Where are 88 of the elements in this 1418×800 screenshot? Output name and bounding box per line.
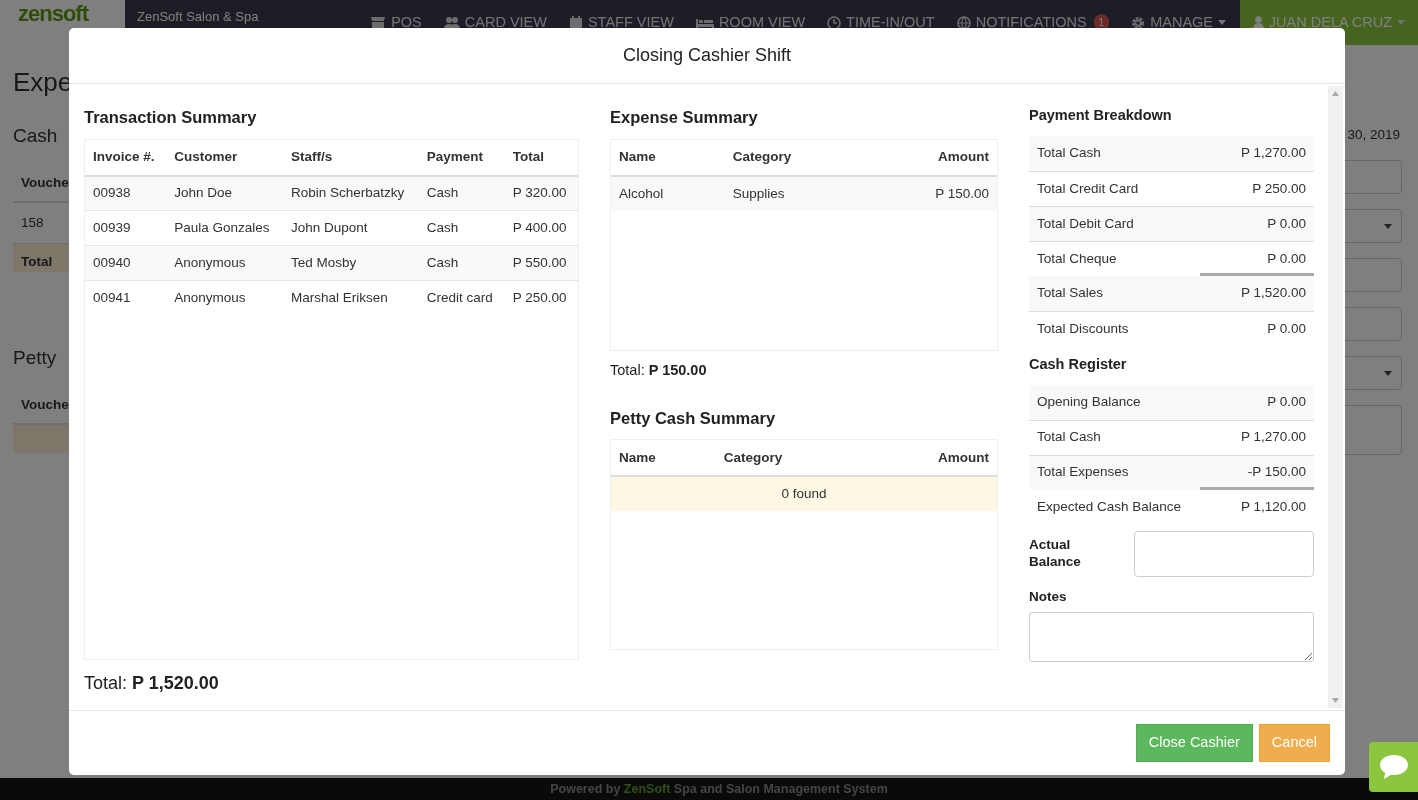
section-title: Petty Cash Summary [610, 407, 777, 429]
row-label: Total Sales [1037, 284, 1104, 303]
nav-link[interactable]: CARD VIEW [443, 11, 547, 34]
row-label: Total Credit Card [1037, 179, 1139, 198]
page-title: Expe [13, 66, 74, 99]
shop-icon [370, 15, 387, 30]
nav-link[interactable]: ROOM VIEW [695, 11, 806, 34]
column-header: Invoice #. [85, 139, 167, 176]
nav-link[interactable]: MANAGE [1131, 11, 1226, 34]
table-cell: Cash [418, 245, 505, 281]
table-cell: P 550.00 [504, 245, 578, 281]
cancel-button[interactable]: Cancel [1258, 724, 1330, 762]
row-label: Total Discounts [1037, 319, 1129, 338]
table-cell: Alcohol [611, 175, 725, 211]
speech-bubble-icon [1378, 754, 1409, 780]
table-cell: 00938 [85, 175, 167, 211]
chat-button[interactable] [1369, 742, 1418, 792]
total-text: Total: P 150.00 [610, 360, 708, 380]
footer-text: Powered by ZenSoft Spa and Salon Management System [550, 780, 888, 798]
table-cell: Cash [418, 175, 505, 211]
section-title: Petty [13, 346, 57, 370]
table-cell: Ted Mosby [283, 245, 419, 281]
scroll-down-icon[interactable] [1332, 698, 1339, 703]
table-cell: Anonymous [166, 245, 284, 281]
table-cell: Anonymous [166, 280, 284, 316]
table-cell: Credit card [418, 280, 505, 316]
row-label: Total Cheque [1037, 249, 1117, 268]
column-header: Amount [865, 139, 997, 176]
row-value: P 0.00 [1267, 249, 1306, 268]
column-header: Category [724, 139, 866, 176]
table-cell: John Doe [166, 175, 284, 211]
section-title: Expense Summary [610, 107, 759, 128]
row-value: P 0.00 [1267, 392, 1306, 411]
total-text: Total: P 1,520.00 [84, 671, 220, 695]
nav-link[interactable]: POS [370, 11, 422, 34]
table-cell: P 320.00 [504, 175, 578, 211]
row-label: Opening Balance [1037, 392, 1141, 411]
caret-icon [1384, 371, 1392, 377]
nav-link[interactable]: TIME-IN/OUT [827, 11, 935, 34]
calendar-icon [568, 15, 583, 30]
modal-title: Closing Cashier Shift [622, 44, 792, 67]
row-value: -P 150.00 [1247, 463, 1306, 482]
row-label: Expected Cash Balance [1037, 497, 1182, 516]
row-value: P 1,520.00 [1240, 284, 1306, 303]
row-value: P 0.00 [1267, 214, 1306, 233]
row-value: P 1,270.00 [1240, 428, 1306, 447]
row-label: Total Cash [1037, 428, 1101, 447]
brand-link[interactable]: ZenSoft [623, 781, 671, 796]
section-title: Cash Register [1029, 354, 1128, 374]
globe-icon [956, 15, 971, 30]
field-label: Actual Balance [1029, 536, 1082, 571]
caret-icon [1384, 224, 1392, 230]
row-value: P 0.00 [1267, 319, 1306, 338]
row-label: Total Debit Card [1037, 214, 1134, 233]
column-header: Total [504, 139, 578, 176]
text-area[interactable] [1029, 611, 1314, 662]
row-value: P 1,120.00 [1240, 497, 1306, 516]
input-field[interactable] [1134, 530, 1314, 577]
scroll-up-icon[interactable] [1332, 91, 1339, 96]
section-title: Payment Breakdown [1029, 106, 1173, 125]
scrollbar[interactable] [1328, 86, 1343, 708]
people-icon [443, 15, 460, 30]
column-header: Name [611, 139, 725, 176]
table-cell: 00940 [85, 245, 167, 281]
field-label: Notes [1029, 587, 1068, 606]
bed-icon [695, 16, 714, 29]
table-cell: P 150.00 [865, 175, 997, 211]
nav-link[interactable]: STAFF VIEW [568, 11, 674, 34]
row-label: Total Cash [1037, 144, 1101, 163]
table-cell: 00941 [85, 280, 167, 316]
table-cell: Marshal Eriksen [283, 280, 419, 316]
empty-message: 0 found [611, 476, 997, 512]
row-label: Total Expenses [1037, 463, 1129, 482]
gear-icon [1131, 15, 1146, 30]
column-header: Staff/s [283, 139, 419, 176]
close-cashier-button[interactable]: Close Cashier [1135, 724, 1253, 762]
column-header: Payment [418, 139, 505, 176]
clock-icon [827, 15, 842, 30]
section-title: Transaction Summary [84, 107, 258, 128]
brand-logo[interactable]: zensoft [18, 3, 88, 25]
table-cell: Supplies [724, 175, 866, 211]
section-title: Cash [13, 124, 58, 148]
row-value: P 1,270.00 [1240, 144, 1306, 163]
column-header: Customer [166, 139, 284, 176]
date-text: 30, 2019 [1347, 126, 1400, 144]
row-value: P 250.00 [1252, 179, 1306, 198]
table-cell: P 250.00 [504, 280, 578, 316]
table-cell: Robin Scherbatzky [283, 175, 419, 211]
